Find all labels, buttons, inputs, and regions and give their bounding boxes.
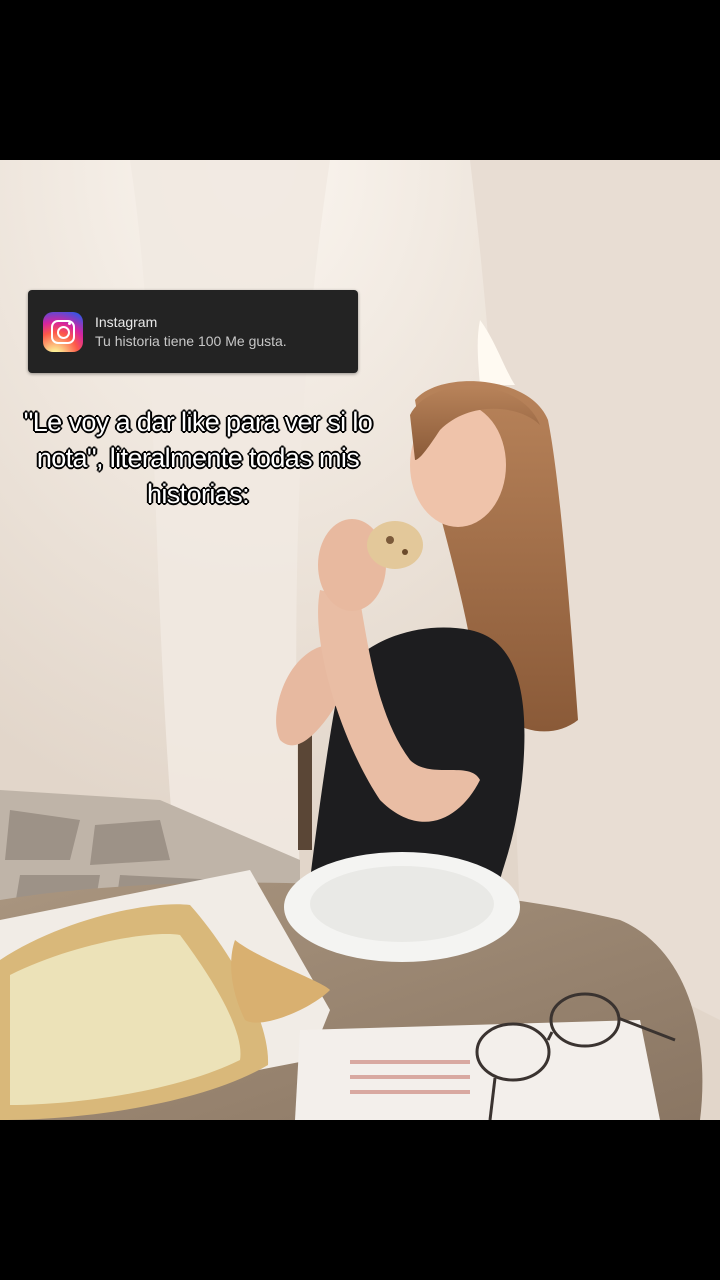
notification-app-name: Instagram <box>95 314 158 330</box>
instagram-icon <box>43 312 83 352</box>
story-caption: "Le voy a dar like para ver si lo nota",… <box>23 406 373 509</box>
story-frame: Instagram Tu historia tiene 100 Me gusta… <box>0 0 720 1280</box>
instagram-notification[interactable]: Instagram Tu historia tiene 100 Me gusta… <box>28 290 358 373</box>
notification-message: Tu historia tiene 100 Me gusta. <box>95 333 287 349</box>
